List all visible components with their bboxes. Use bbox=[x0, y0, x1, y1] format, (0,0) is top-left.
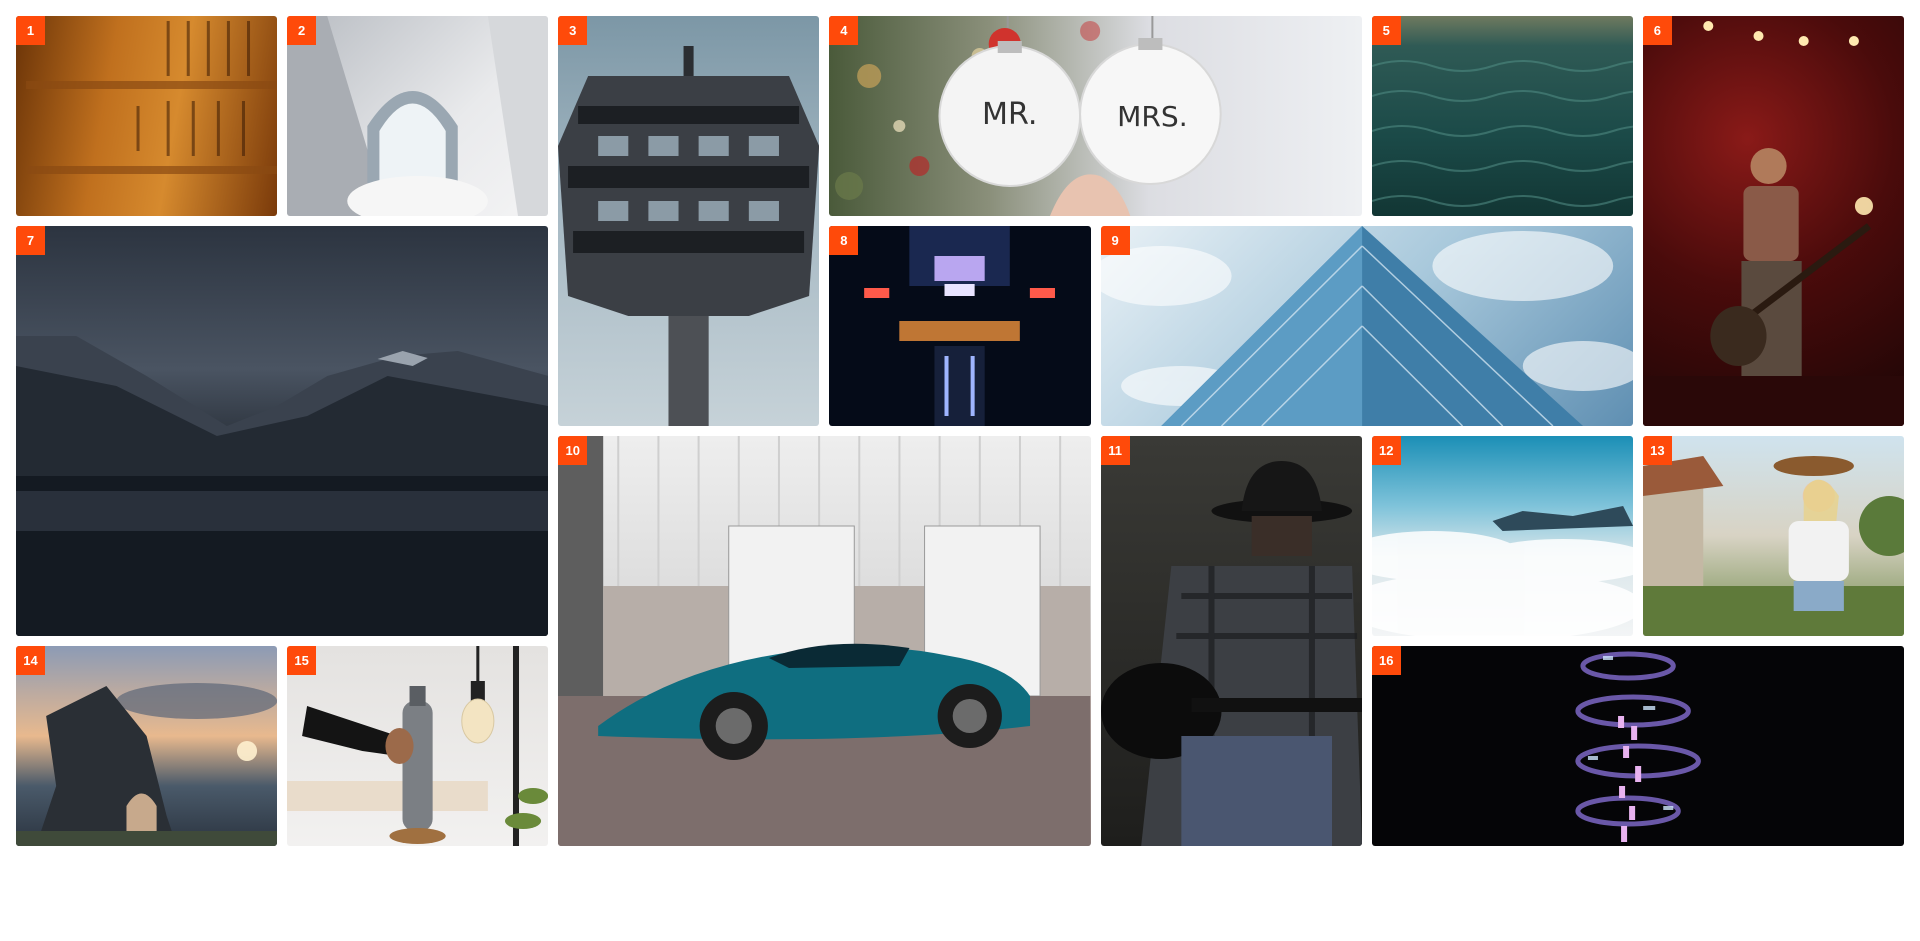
ornament-left-text: MR. bbox=[982, 97, 1037, 132]
gallery-photo-7[interactable]: 7 bbox=[16, 226, 549, 636]
photo-number-badge: 11 bbox=[1100, 436, 1130, 465]
gallery-photo-5[interactable]: 5 bbox=[1371, 16, 1633, 216]
photo-number-badge: 15 bbox=[287, 646, 317, 675]
gallery-photo-13[interactable]: 13 bbox=[1642, 436, 1904, 636]
neon-spiral-image bbox=[1575, 651, 1701, 842]
mountain-lake-image bbox=[16, 336, 549, 636]
gallery-photo-8[interactable]: 8 bbox=[829, 226, 1091, 426]
photo-number-badge: 4 bbox=[829, 16, 859, 45]
wooden-plaques-image bbox=[26, 21, 278, 174]
ocean-waves-image bbox=[1371, 60, 1633, 207]
gallery-photo-12[interactable]: 12 bbox=[1371, 436, 1633, 636]
observation-tower-image bbox=[558, 46, 820, 426]
gallery-photo-11[interactable]: 11 bbox=[1100, 436, 1362, 846]
photo-gallery-grid: 1 2 3 MR. MRS. 4 5 6 7 8 9 10 11 12 13 1… bbox=[16, 16, 1904, 846]
gallery-photo-4[interactable]: MR. MRS. 4 bbox=[829, 16, 1362, 216]
gallery-photo-10[interactable]: 10 bbox=[558, 436, 1091, 846]
photo-number-badge: 10 bbox=[558, 436, 588, 465]
night-city-image bbox=[864, 226, 1056, 426]
photo-number-badge: 14 bbox=[16, 646, 45, 675]
white-building-image bbox=[287, 16, 549, 216]
photo-number-badge: 6 bbox=[1642, 16, 1672, 45]
gallery-photo-9[interactable]: 9 bbox=[1100, 226, 1633, 426]
photo-number-badge: 13 bbox=[1642, 436, 1672, 465]
sports-car-image bbox=[558, 436, 1091, 846]
photo-number-badge: 8 bbox=[829, 226, 859, 255]
glass-skyscraper-image bbox=[1100, 226, 1633, 426]
photo-number-badge: 2 bbox=[287, 16, 317, 45]
gallery-photo-16[interactable]: 16 bbox=[1371, 646, 1904, 846]
photo-number-badge: 5 bbox=[1371, 16, 1401, 45]
sea-of-clouds-image bbox=[1371, 506, 1633, 636]
ornament-right-text: MRS. bbox=[1118, 100, 1189, 133]
gallery-photo-3[interactable]: 3 bbox=[558, 16, 820, 426]
photo-number-badge: 16 bbox=[1371, 646, 1401, 675]
sea-stack-image bbox=[16, 683, 278, 846]
gallery-photo-15[interactable]: 15 bbox=[287, 646, 549, 846]
steel-bottle-image bbox=[287, 646, 549, 846]
photo-number-badge: 3 bbox=[558, 16, 588, 45]
woman-hat-image bbox=[1642, 456, 1904, 636]
guitarist-stage-image bbox=[1642, 21, 1904, 426]
photo-number-badge: 7 bbox=[16, 226, 45, 255]
gallery-photo-6[interactable]: 6 bbox=[1642, 16, 1904, 426]
gallery-photo-2[interactable]: 2 bbox=[287, 16, 549, 216]
photo-number-badge: 9 bbox=[1100, 226, 1130, 255]
christmas-ornaments-image: MR. MRS. bbox=[835, 16, 1223, 216]
photo-number-badge: 12 bbox=[1371, 436, 1401, 465]
gallery-photo-14[interactable]: 14 bbox=[16, 646, 278, 846]
guitarist-hat-image bbox=[1100, 461, 1362, 846]
photo-number-badge: 1 bbox=[16, 16, 45, 45]
gallery-photo-1[interactable]: 1 bbox=[16, 16, 278, 216]
